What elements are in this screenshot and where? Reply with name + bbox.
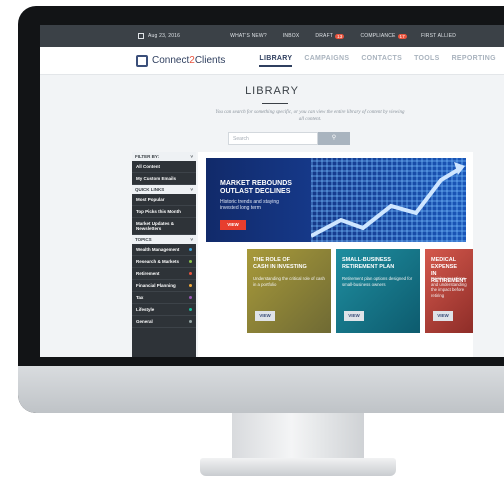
sidebar-topic-item[interactable]: Lifestyle (132, 304, 196, 316)
topbar-compliance[interactable]: COMPLIANCE 17 (360, 33, 407, 39)
article-card-medical[interactable]: MEDICAL EXPENSE IN RETIREMENT Raising que… (425, 249, 473, 333)
topic-color-dot (189, 272, 192, 275)
sidebar-topic-item[interactable]: Tax (132, 292, 196, 304)
topic-color-dot (189, 248, 192, 251)
sidebar-topic-item[interactable]: Research & Markets (132, 256, 196, 268)
nav-campaigns[interactable]: CAMPAIGNS (304, 55, 349, 67)
sidebar-topic-item[interactable]: General (132, 316, 196, 328)
sidebar-topic-item[interactable]: Retirement (132, 268, 196, 280)
chat-bubble-icon (136, 54, 148, 67)
calendar-icon (138, 33, 144, 39)
topic-color-dot (189, 296, 192, 299)
featured-view-button[interactable]: VIEW (220, 220, 246, 230)
article-card-cash[interactable]: THE ROLE OF CASH IN INVESTING Understandi… (247, 249, 331, 333)
search-button[interactable]: ⚲ (318, 132, 350, 145)
trend-arrow-graphic (311, 162, 465, 238)
sidebar-topic-item[interactable]: Financial Planning (132, 280, 196, 292)
sidebar-item-most-popular[interactable]: Most Popular (132, 194, 196, 206)
chevron-down-icon: ˅ (190, 187, 193, 192)
sidebar-item-market-updates[interactable]: Market Updates & Newsletters (132, 218, 196, 235)
topics-header[interactable]: TOPICS ˅ (132, 235, 196, 244)
topic-color-dot (189, 320, 192, 323)
header: Connect2Clients LIBRARY CAMPAIGNS CONTAC… (40, 47, 504, 75)
chevron-down-icon: ˅ (190, 237, 193, 242)
chevron-down-icon: ˅ (190, 154, 193, 159)
page-intro: You can search for something specific, o… (215, 110, 405, 122)
page-title: LIBRARY (245, 85, 299, 97)
search-icon: ⚲ (331, 135, 337, 141)
title-divider (262, 103, 288, 104)
nav-contacts[interactable]: CONTACTS (361, 55, 402, 67)
draft-count-badge: 13 (335, 33, 345, 39)
logo[interactable]: Connect2Clients (136, 54, 225, 67)
content-area: MARKET REBOUNDS OUTLAST DECLINES Historic… (198, 152, 473, 357)
topbar-whats-new[interactable]: WHAT'S NEW? (230, 33, 267, 39)
view-button[interactable]: VIEW (433, 311, 453, 321)
sidebar-topic-item[interactable]: Wealth Management (132, 244, 196, 256)
compliance-count-badge: 17 (397, 33, 407, 39)
date-display: Aug 23, 2016 (138, 33, 180, 39)
sidebar-item-my-custom-emails[interactable]: My Custom Emails (132, 173, 196, 185)
screen: Aug 23, 2016 WHAT'S NEW? INBOX DRAFT 13 … (40, 25, 504, 357)
topbar-inbox[interactable]: INBOX (283, 33, 300, 39)
nav-tools[interactable]: TOOLS (414, 55, 439, 67)
monitor-stand-foot (200, 458, 396, 476)
sidebar-item-top-picks[interactable]: Top Picks this Month (132, 206, 196, 218)
featured-article[interactable]: MARKET REBOUNDS OUTLAST DECLINES Historic… (206, 158, 466, 242)
main-nav: LIBRARY CAMPAIGNS CONTACTS TOOLS REPORTI… (259, 55, 496, 67)
nav-reporting[interactable]: REPORTING (452, 55, 496, 67)
topic-color-dot (189, 260, 192, 263)
nav-library[interactable]: LIBRARY (259, 55, 293, 67)
topbar-first-allied[interactable]: FIRST ALLIED (421, 33, 456, 39)
view-button[interactable]: VIEW (255, 311, 275, 321)
article-card-small-business[interactable]: SMALL-BUSINESS RETIREMENT PLAN Retirement… (336, 249, 420, 333)
topics-list: Wealth Management Research & Markets Retir… (132, 244, 196, 328)
topic-color-dot (189, 284, 192, 287)
filter-by-header[interactable]: FILTER BY: ˅ (132, 152, 196, 161)
topbar-draft[interactable]: DRAFT 13 (315, 33, 345, 39)
top-bar: Aug 23, 2016 WHAT'S NEW? INBOX DRAFT 13 … (40, 25, 504, 47)
featured-title: MARKET REBOUNDS OUTLAST DECLINES (220, 180, 292, 195)
view-button[interactable]: VIEW (344, 311, 364, 321)
quick-links-header[interactable]: QUICK LINKS ˅ (132, 185, 196, 194)
monitor-stand-neck (232, 413, 364, 463)
sidebar-item-all-content[interactable]: All Content (132, 161, 196, 173)
featured-subtitle: Historic trends and staying invested lon… (220, 199, 279, 211)
search-input[interactable]: Search (228, 132, 318, 145)
monitor-chin (18, 366, 504, 413)
topic-color-dot (189, 308, 192, 311)
sidebar: FILTER BY: ˅ All Content My Custom Emails… (132, 152, 196, 357)
